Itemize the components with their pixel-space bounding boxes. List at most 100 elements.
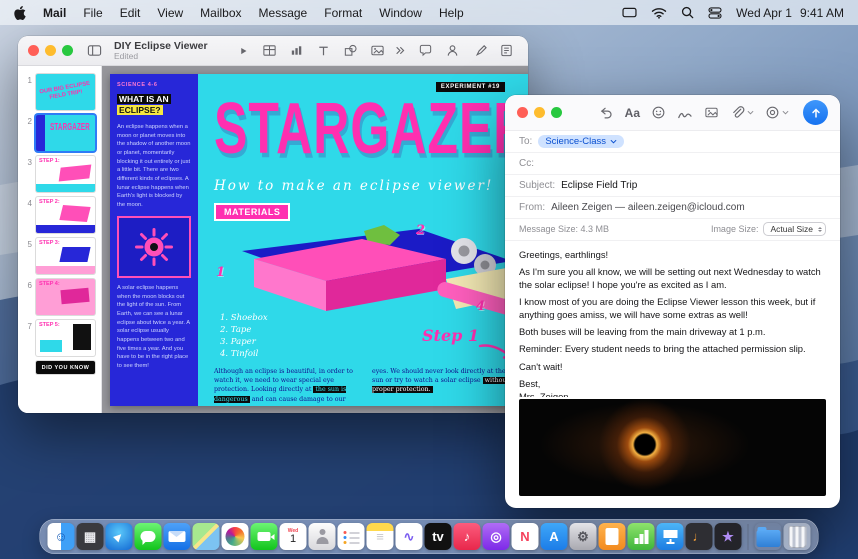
mail-body-paragraph: Reminder: Every student needs to bring t… <box>519 343 826 355</box>
thumbnail-label: DID YOU KNOW <box>36 361 95 374</box>
contacts-glyph <box>314 529 330 544</box>
dock-icon-settings[interactable]: ⚙ <box>570 523 597 550</box>
document-panel-icon[interactable] <box>499 43 514 58</box>
page-thumbnail-5[interactable]: STEP 3: <box>36 238 95 274</box>
image-size-select[interactable]: Actual Size <box>763 222 826 236</box>
dock-icon-garageband[interactable]: ♩ <box>686 523 713 550</box>
play-icon[interactable] <box>236 44 250 58</box>
thumbnail-number: 4 <box>22 197 32 208</box>
dock-icon-trash[interactable] <box>784 523 811 550</box>
minimize-button[interactable] <box>45 45 56 56</box>
from-value: Aileen Zeigen — aileen.zeigen@icloud.com <box>551 202 745 213</box>
menu-item-mail[interactable]: Mail <box>43 6 66 20</box>
menu-item-format[interactable]: Format <box>324 6 362 20</box>
more-tools-icon[interactable] <box>393 44 406 57</box>
insert-shape-icon[interactable] <box>343 43 358 58</box>
dock-icon-messages[interactable] <box>135 523 162 550</box>
safety-text: Although an eclipse is beautiful, in ord… <box>214 367 514 405</box>
dock-icon-music[interactable]: ♪ <box>454 523 481 550</box>
to-field[interactable]: To: Science-Class <box>505 131 840 153</box>
from-field[interactable]: From: Aileen Zeigen — aileen.zeigen@iclo… <box>505 197 840 219</box>
dock-icon-numbers[interactable] <box>628 523 655 550</box>
dock-icon-freeform[interactable]: ∿ <box>396 523 423 550</box>
format-brush-icon[interactable] <box>472 43 487 58</box>
format-icon[interactable]: Aa <box>625 107 640 119</box>
pages-edited-status: Edited <box>114 52 208 62</box>
attach-icon[interactable] <box>730 105 754 120</box>
collaborate-icon[interactable] <box>445 43 460 58</box>
dock-icon-maps[interactable] <box>193 523 220 550</box>
subject-field[interactable]: Subject: Eclipse Field Trip <box>505 175 840 197</box>
dock-icon-downloads[interactable] <box>755 523 782 550</box>
eclipse-photo-attachment[interactable] <box>519 399 826 496</box>
photo-browser-icon[interactable] <box>704 105 719 120</box>
dock-icon-finder[interactable]: ☺ <box>48 523 75 550</box>
insert-chart-icon[interactable] <box>289 43 304 58</box>
pages-canvas: SCIENCE 4-6 WHAT IS AN ECLIPSE? An eclip… <box>102 66 528 413</box>
zoom-button[interactable] <box>551 107 562 118</box>
apple-menu-icon[interactable] <box>14 6 26 20</box>
page-thumbnail-1[interactable]: OUR BIG ECLIPSE FIELD TRIP! <box>36 74 95 110</box>
page-thumbnail-7[interactable]: STEP 5: <box>36 320 95 356</box>
comment-icon[interactable] <box>418 43 433 58</box>
dock-icon-imovie[interactable]: ★ <box>715 523 742 550</box>
dock-icon-app-store[interactable]: A <box>541 523 568 550</box>
dock-icon-mail[interactable] <box>164 523 191 550</box>
markup-icon[interactable] <box>677 106 693 120</box>
recipient-token[interactable]: Science-Class <box>538 135 624 148</box>
dock-icon-launchpad[interactable]: ▦ <box>77 523 104 550</box>
dock-icon-pages[interactable] <box>599 523 626 550</box>
undo-icon[interactable] <box>599 105 614 120</box>
page-thumbnail-partial[interactable]: DID YOU KNOW <box>36 361 95 374</box>
dock-icon-notes[interactable]: ≡ <box>367 523 394 550</box>
menu-bar-date: Wed Apr 1 <box>736 6 792 20</box>
menu-item-file[interactable]: File <box>83 6 102 20</box>
menu-item-message[interactable]: Message <box>259 6 308 20</box>
menu-bar-clock[interactable]: Wed Apr 1 9:41 AM <box>736 6 844 20</box>
dock-icon-contacts[interactable] <box>309 523 336 550</box>
page-thumbnail-3[interactable]: STEP 1: <box>36 156 95 192</box>
screen-mirroring-icon[interactable] <box>622 7 637 19</box>
send-button[interactable] <box>803 100 828 125</box>
image-size-label: Image Size: <box>711 224 759 234</box>
dock-icon-safari[interactable]: ▲ <box>106 523 133 550</box>
subject-label: Subject: <box>519 180 555 191</box>
materials-item: 4. Tinfoil <box>220 349 528 361</box>
document-page[interactable]: SCIENCE 4-6 WHAT IS AN ECLIPSE? An eclip… <box>110 74 528 406</box>
close-button[interactable] <box>517 107 528 118</box>
menu-item-mailbox[interactable]: Mailbox <box>200 6 241 20</box>
dock-icon-facetime[interactable] <box>251 523 278 550</box>
insert-text-icon[interactable] <box>316 43 331 58</box>
wifi-icon[interactable] <box>651 7 667 19</box>
insert-menu-icon[interactable] <box>765 105 789 120</box>
menu-item-view[interactable]: View <box>157 6 183 20</box>
insert-media-icon[interactable] <box>370 43 385 58</box>
close-button[interactable] <box>28 45 39 56</box>
mail-body-signature: Best, Mrs. Zeigen <box>519 378 826 397</box>
dock-icon-news[interactable]: N <box>512 523 539 550</box>
menu-item-window[interactable]: Window <box>379 6 422 20</box>
menu-item-edit[interactable]: Edit <box>120 6 141 20</box>
cc-field[interactable]: Cc: <box>505 153 840 175</box>
page-thumbnail-2[interactable]: STARGAZER <box>36 115 95 151</box>
message-body[interactable]: Greetings, earthlings! As I'm sure you a… <box>505 241 840 397</box>
dock-icon-tv[interactable]: tv <box>425 523 452 550</box>
sidebar-toggle-icon[interactable] <box>87 43 102 58</box>
page-thumbnail-4[interactable]: STEP 2: <box>36 197 95 233</box>
menu-item-help[interactable]: Help <box>439 6 464 20</box>
dock-icon-keynote[interactable] <box>657 523 684 550</box>
insert-table-icon[interactable] <box>262 43 277 58</box>
dock-icon-reminders[interactable] <box>338 523 365 550</box>
select-chevrons-icon <box>818 225 822 234</box>
control-center-icon[interactable] <box>708 7 722 19</box>
materials-item: 3. Paper <box>220 337 528 349</box>
from-label: From: <box>519 202 545 213</box>
minimize-button[interactable] <box>534 107 545 118</box>
emoji-icon[interactable] <box>651 105 666 120</box>
zoom-button[interactable] <box>62 45 73 56</box>
spotlight-search-icon[interactable] <box>681 6 694 19</box>
page-thumbnail-6[interactable]: STEP 4: <box>36 279 95 315</box>
dock-icon-photos[interactable] <box>222 523 249 550</box>
dock-icon-calendar[interactable]: Wed1 <box>280 523 307 550</box>
dock-icon-podcasts[interactable]: ◎ <box>483 523 510 550</box>
